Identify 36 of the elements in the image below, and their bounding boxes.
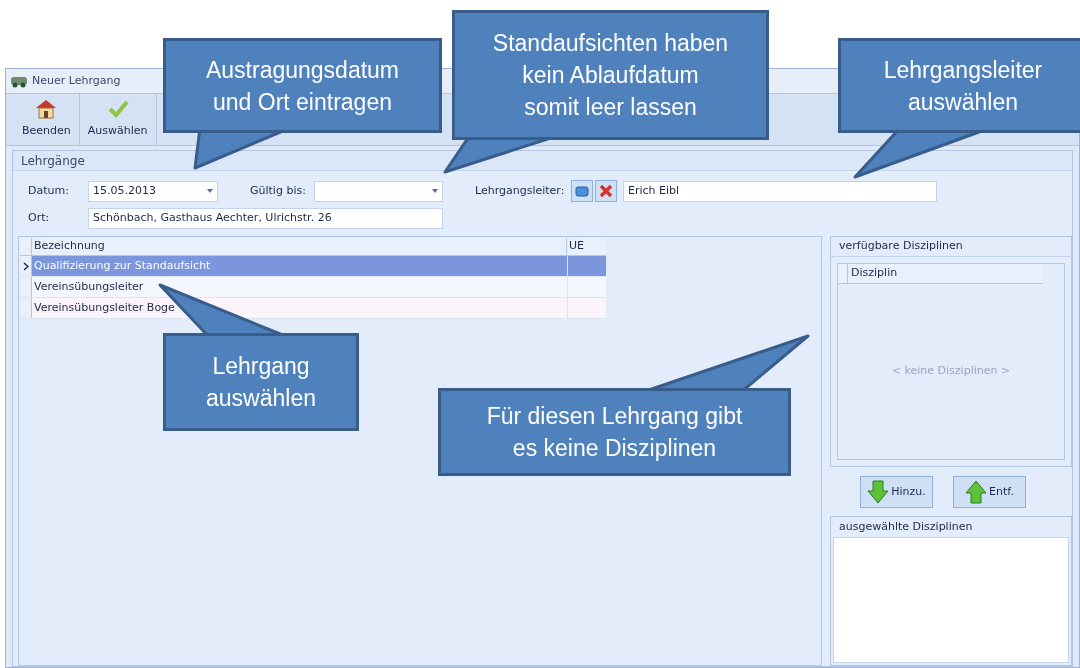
up-arrow-icon: [965, 480, 988, 504]
window-icon: [575, 185, 589, 197]
table-cell-text: Vereinsübungsleiter Boge: [33, 299, 176, 316]
toolbar-button[interactable]: Auswählen: [79, 94, 157, 145]
app-icon: [10, 74, 28, 88]
location-field[interactable]: Schönbach, Gasthaus Aechter, Ulrichstr. 26: [88, 207, 443, 229]
field-label: Lehrgangsleiter:: [475, 182, 566, 199]
down-arrow-icon: [867, 480, 890, 504]
column-header: Disziplin: [850, 265, 899, 282]
move-button[interactable]: Hinzu.: [860, 476, 933, 508]
field-label: Gültig bis:: [250, 182, 307, 199]
table-row[interactable]: Vereinsübungsleiter Boge: [20, 298, 606, 319]
date-dropdown[interactable]: 15.05.2013: [88, 180, 218, 202]
table-cell-text: Vereinsübungsleiter: [33, 278, 145, 295]
empty-message: < keine Disziplinen >: [891, 363, 1011, 380]
column-header: Bezeichnung: [32, 238, 567, 255]
house-icon: [35, 99, 58, 120]
toolbar-button[interactable]: Beenden: [14, 94, 80, 145]
field-label: Ort:: [28, 209, 51, 226]
table-row[interactable]: Vereinsübungsleiter: [20, 277, 606, 298]
leader-field[interactable]: Erich Eibl: [623, 180, 937, 202]
column-header: UE: [568, 238, 585, 254]
table-cell-text: Qualifizierung zur Standaufsicht: [33, 257, 212, 274]
group-title: Lehrgänge: [21, 152, 85, 170]
check-icon: [106, 99, 129, 120]
dropdown-caret-icon: [207, 189, 213, 193]
move-button[interactable]: Entf.: [953, 476, 1026, 508]
row-pointer-icon: [22, 261, 29, 271]
panel-title: verfügbare Disziplinen: [839, 238, 963, 255]
panel-title: ausgewählte Disziplinen: [839, 518, 973, 535]
cross-icon: [599, 184, 613, 198]
window-title: Neuer Lehrgang: [32, 72, 121, 89]
clear-button[interactable]: [595, 180, 617, 202]
select-button[interactable]: [571, 180, 593, 202]
field-label: Datum:: [28, 182, 70, 199]
dropdown-caret-icon: [432, 189, 438, 193]
